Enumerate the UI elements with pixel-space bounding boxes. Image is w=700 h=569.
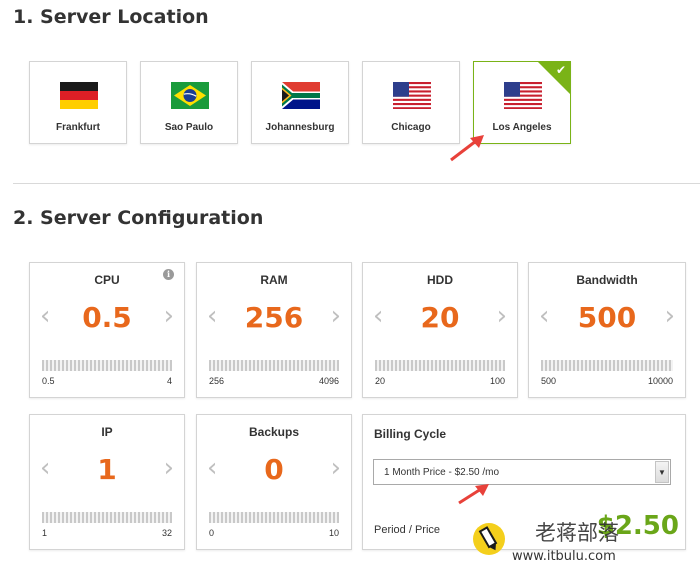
location-card-frankfurt[interactable]: Frankfurt [29, 61, 127, 144]
increase-backups-button[interactable]: › [331, 455, 341, 481]
config-label: CPU [94, 273, 120, 287]
range-min: 256 [209, 376, 225, 386]
config-label: Bandwidth [576, 273, 638, 287]
increase-cpu-button[interactable]: › [164, 303, 174, 329]
ip-slider[interactable] [42, 512, 172, 523]
ram-value: 256 [244, 301, 304, 334]
backups-slider[interactable] [209, 512, 339, 523]
config-label: Backups [248, 425, 300, 439]
range-max: 32 [161, 528, 172, 538]
location-name: Los Angeles [492, 122, 552, 133]
location-name: Sao Paulo [164, 122, 214, 133]
location-name: Chicago [391, 122, 431, 133]
bandwidth-slider[interactable] [541, 360, 673, 371]
billing-cycle-title: Billing Cycle [374, 427, 447, 441]
backups-value: 0 [264, 453, 284, 486]
billing-cycle-selected-value: 1 Month Price - $2.50 /mo [384, 467, 500, 478]
config-card-bandwidth: Bandwidth ‹ 500 › 500 10000 [528, 262, 686, 398]
cpu-value: 0.5 [82, 301, 132, 334]
watermark-url: www.itbulu.com [512, 549, 616, 564]
range-max: 100 [489, 376, 505, 386]
brazil-flag-icon [171, 82, 209, 109]
period-price-label: Period / Price [374, 524, 441, 536]
info-icon[interactable]: i [163, 269, 174, 280]
ram-slider[interactable] [209, 360, 339, 371]
location-card-johannesburg[interactable]: Johannesburg [251, 61, 349, 144]
billing-cycle-card: Billing Cycle 1 Month Price - $2.50 /mo … [362, 414, 686, 550]
watermark-logo-icon [473, 523, 505, 555]
config-card-hdd: HDD ‹ 20 › 20 100 [362, 262, 518, 398]
increase-ip-button[interactable]: › [164, 455, 174, 481]
range-min: 1 [42, 528, 48, 538]
config-label: RAM [260, 273, 288, 287]
watermark-text: 老蒋部落 [535, 521, 619, 545]
increase-hdd-button[interactable]: › [497, 303, 507, 329]
location-name: Johannesburg [265, 122, 335, 133]
check-icon: ✔ [555, 63, 566, 77]
hdd-slider[interactable] [375, 360, 505, 371]
section-title-server-configuration: 2. Server Configuration [13, 207, 264, 229]
range-min: 500 [541, 376, 557, 386]
germany-flag-icon [60, 82, 98, 109]
location-card-chicago[interactable]: Chicago [362, 61, 460, 144]
range-max: 4 [166, 376, 172, 386]
location-card-los-angeles[interactable]: Los Angeles ✔ [473, 61, 571, 144]
config-card-ram: RAM ‹ 256 › 256 4096 [196, 262, 352, 398]
range-min: 20 [375, 376, 386, 386]
chevron-down-icon[interactable]: ▼ [655, 461, 669, 483]
location-name: Frankfurt [56, 122, 100, 133]
increase-ram-button[interactable]: › [331, 303, 341, 329]
increase-bandwidth-button[interactable]: › [665, 303, 675, 329]
hdd-value: 20 [420, 301, 460, 334]
annotation-arrow-icon [450, 135, 484, 162]
range-max: 4096 [318, 376, 339, 386]
config-card-cpu: CPU i ‹ 0.5 › 0.5 4 [29, 262, 185, 398]
south-africa-flag-icon [282, 82, 320, 109]
location-card-sao-paulo[interactable]: Sao Paulo [140, 61, 238, 144]
bandwidth-value: 500 [577, 301, 637, 334]
config-label: IP [101, 425, 113, 439]
section-title-server-location: 1. Server Location [13, 6, 209, 28]
section-divider [13, 183, 700, 184]
range-max: 10 [328, 528, 339, 538]
billing-cycle-select[interactable]: 1 Month Price - $2.50 /mo ▼ [373, 459, 671, 485]
cpu-slider[interactable] [42, 360, 172, 371]
ip-value: 1 [97, 453, 117, 486]
usa-flag-icon [393, 82, 431, 109]
config-card-backups: Backups ‹ 0 › 0 10 [196, 414, 352, 550]
range-max: 10000 [647, 376, 673, 386]
annotation-arrow-icon [458, 484, 489, 505]
config-label: HDD [427, 273, 453, 287]
range-min: 0.5 [42, 376, 55, 386]
range-min: 0 [209, 528, 215, 538]
config-card-ip: IP ‹ 1 › 1 32 [29, 414, 185, 550]
